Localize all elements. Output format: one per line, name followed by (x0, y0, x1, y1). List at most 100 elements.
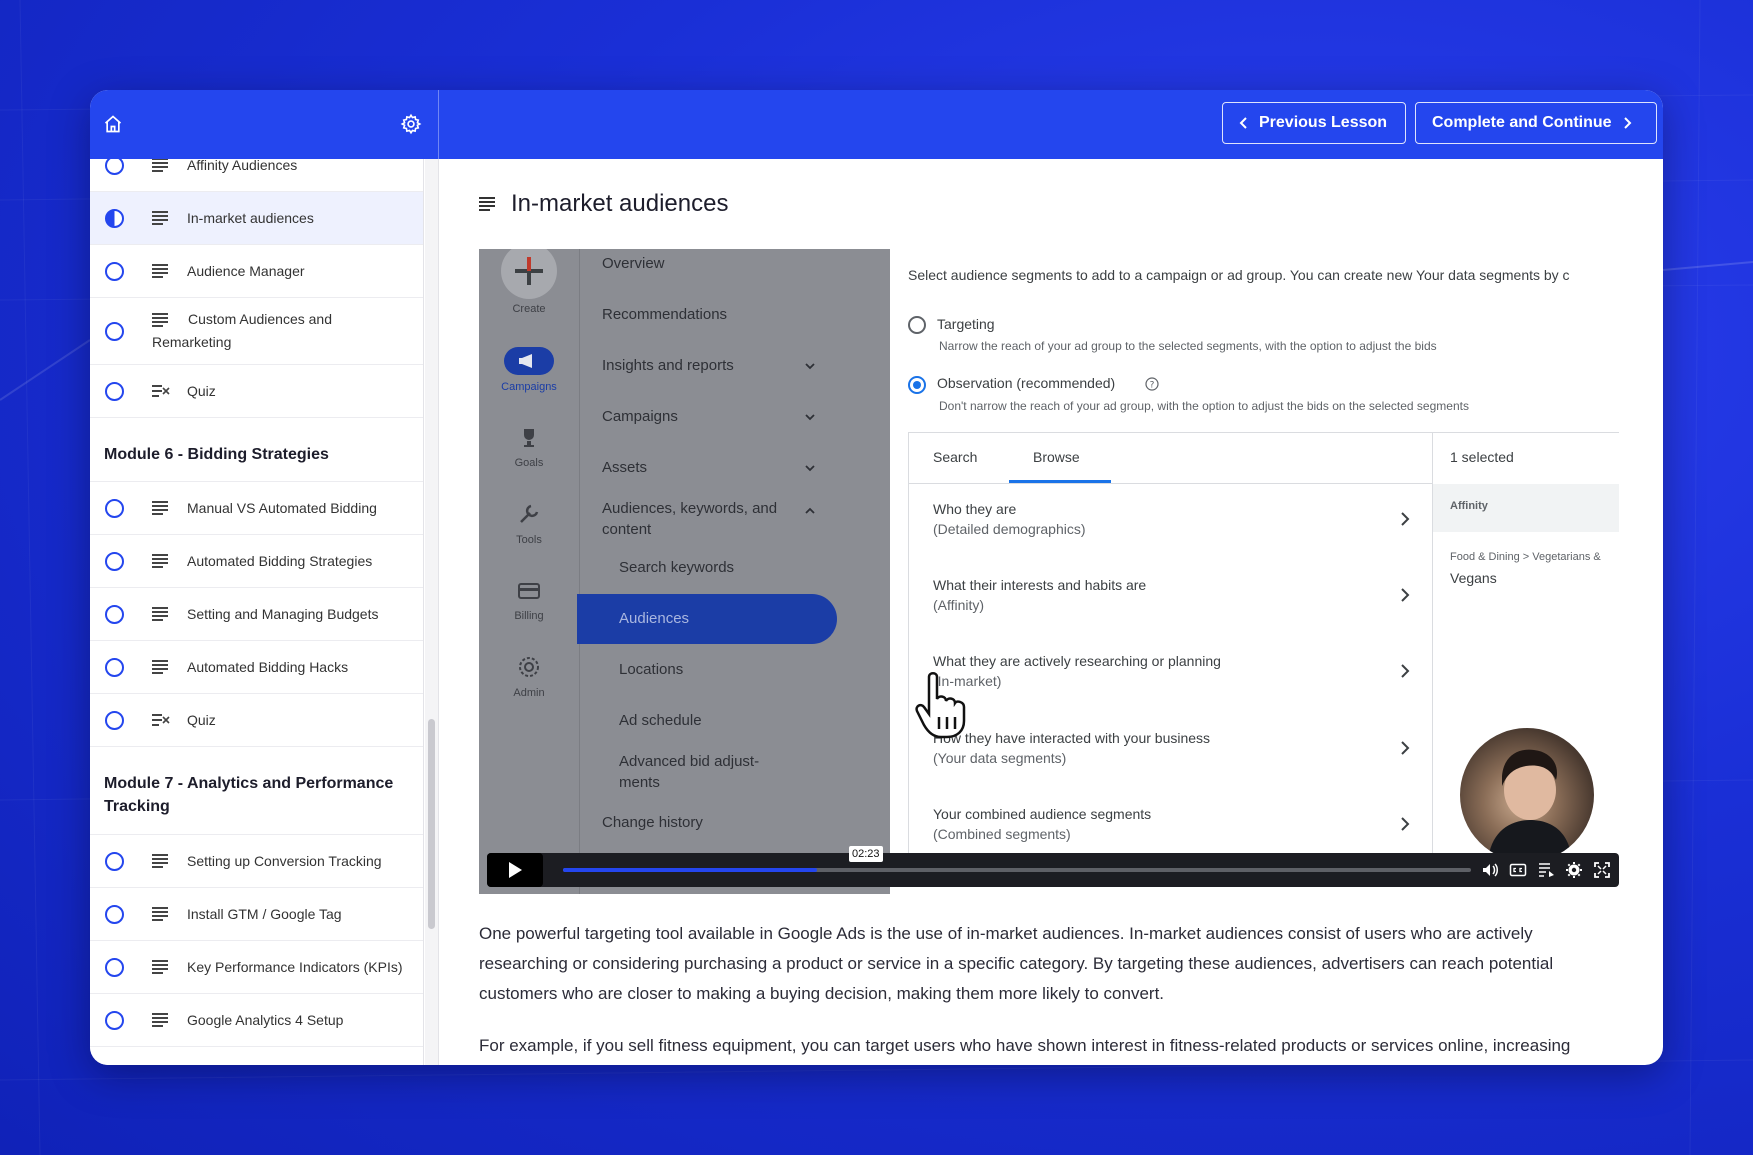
text-lesson-icon (152, 211, 168, 225)
lesson-item[interactable]: Google Analytics 4 Setup (90, 994, 423, 1047)
settings-gear-icon[interactable] (397, 110, 425, 138)
lesson-item[interactable]: Quiz (90, 365, 423, 418)
lesson-item[interactable]: Audience Manager (90, 245, 423, 298)
help-icon: ? (1145, 377, 1159, 396)
lesson-item[interactable]: Setting and Managing Budgets (90, 588, 423, 641)
segment-title: Your combined audience segments (933, 806, 1152, 822)
status-empty-icon (105, 710, 124, 730)
lesson-label: Setting and Managing Budgets (187, 606, 379, 622)
segment-sub: (Combined segments) (933, 826, 1071, 842)
segment-sub: (Affinity) (933, 597, 985, 613)
captions-icon[interactable] (1509, 861, 1527, 879)
time-tooltip: 02:23 (849, 846, 883, 862)
selected-vegans: Vegans (1450, 570, 1497, 586)
volume-icon[interactable] (1481, 861, 1499, 879)
transcript-icon[interactable] (1537, 861, 1555, 879)
lesson-item[interactable]: Automated Bidding Strategies (90, 535, 423, 588)
segment-sub: (Detailed demographics) (933, 521, 1086, 537)
curriculum-sidebar: Affinity Audiences In-market audiences A… (90, 159, 424, 1065)
sidebar-scrollbar[interactable] (425, 159, 439, 1065)
nav-active-highlight (577, 594, 837, 644)
quiz-icon (152, 385, 170, 397)
segment-title: Who they are (933, 501, 1017, 517)
nav-ad-schedule: Ad schedule (619, 712, 702, 729)
segment-row: Your combined audience segments (Combine… (933, 806, 1413, 856)
quiz-icon (152, 714, 170, 726)
lesson-title-text: In-market audiences (511, 190, 729, 217)
scrollbar-thumb[interactable] (428, 719, 435, 929)
nav-assets: Assets (602, 459, 648, 476)
lesson-item[interactable]: Install GTM / Google Tag (90, 888, 423, 941)
module-heading: Module 7 - Analytics and Performance Tra… (90, 747, 423, 835)
segment-sub: (Your data segments) (933, 750, 1067, 766)
text-lesson-icon (152, 854, 168, 868)
status-empty-icon (105, 904, 124, 924)
chevron-right-icon (1401, 664, 1410, 678)
rail-goals-label: Goals (514, 457, 544, 469)
lesson-label: Affinity Audiences (187, 159, 298, 173)
chevron-right-icon (1401, 588, 1410, 602)
lesson-label: Automated Bidding Hacks (187, 659, 349, 675)
chevron-right-icon (1401, 817, 1410, 831)
lesson-item[interactable]: Setting up Conversion Tracking (90, 835, 423, 888)
video-ads-nav-panel: Create Campaigns Goals Tools Billing Adm… (479, 249, 890, 894)
lesson-title: In-market audiences (479, 189, 728, 219)
tab-underline (1009, 480, 1111, 483)
home-icon[interactable] (99, 110, 127, 138)
lesson-label: Quiz (187, 383, 216, 399)
lesson-content: In-market audiences Create Campaigns Goa… (439, 159, 1663, 1065)
play-icon (509, 862, 522, 878)
nav-campaigns: Campaigns (602, 408, 678, 425)
selected-crumb: Food & Dining > Vegetarians & (1450, 551, 1601, 563)
nav-insights: Insights and reports (602, 357, 734, 374)
lesson-label: Audience Manager (187, 263, 305, 279)
lesson-item[interactable]: Manual VS Automated Bidding (90, 482, 423, 535)
complete-and-continue-button[interactable]: Complete and Continue (1415, 102, 1657, 144)
status-empty-icon (105, 498, 124, 518)
svg-text:?: ? (1150, 381, 1155, 391)
play-button[interactable] (487, 853, 543, 887)
previous-lesson-label: Previous Lesson (1259, 114, 1388, 131)
rail-billing-label: Billing (514, 610, 544, 622)
video-player[interactable]: Create Campaigns Goals Tools Billing Adm… (479, 249, 1619, 894)
lesson-item-active[interactable]: In-market audiences (90, 192, 423, 245)
nav-recommendations: Recommendations (602, 306, 728, 323)
lesson-label: Manual VS Automated Bidding (187, 500, 377, 516)
observation-label: Observation (recommended) (937, 375, 1116, 391)
status-empty-icon (105, 957, 124, 977)
campaigns-megaphone-icon (504, 347, 554, 375)
tools-wrench-icon (517, 502, 541, 526)
lesson-item[interactable]: Automated Bidding Hacks (90, 641, 423, 694)
lesson-item[interactable]: Custom Audiences and Remarketing (90, 298, 423, 365)
nav-advanced-bid: Advanced bid adjust- ments (619, 753, 760, 791)
presenter-avatar (1457, 725, 1597, 865)
rail-tools-label: Tools (516, 534, 542, 546)
lesson-item[interactable]: Quiz (90, 694, 423, 747)
chevron-down-icon (804, 461, 816, 479)
progress-track[interactable]: 02:23 (563, 846, 1471, 872)
nav-overview: Overview (602, 255, 665, 272)
module-heading: Module 6 - Bidding Strategies (90, 418, 423, 482)
billing-card-icon (517, 579, 541, 603)
lesson-label: Key Performance Indicators (KPIs) (187, 959, 403, 975)
lesson-label: In-market audiences (187, 210, 314, 226)
chevron-down-icon (804, 359, 816, 377)
nav-audiences-group: Audiences, keywords, and content (602, 500, 778, 538)
lesson-item[interactable]: Affinity Audiences (90, 159, 423, 192)
tabs-row: Search Browse (909, 433, 1432, 484)
nav-change-history: Change history (602, 814, 703, 831)
status-empty-icon (105, 321, 124, 341)
segment-row: Who they are (Detailed demographics) (933, 501, 1413, 551)
previous-lesson-button[interactable]: Previous Lesson (1222, 102, 1406, 144)
lesson-item[interactable]: Key Performance Indicators (KPIs) (90, 941, 423, 994)
chevron-up-icon (804, 504, 816, 522)
lesson-paragraph: For example, if you sell fitness equipme… (479, 1036, 1571, 1055)
settings-icon[interactable] (1565, 861, 1583, 879)
status-empty-icon (105, 1010, 124, 1030)
segment-row: What they are actively researching or pl… (933, 653, 1413, 703)
fullscreen-icon[interactable] (1593, 861, 1611, 879)
admin-gear-icon (517, 655, 541, 679)
text-lesson-icon (152, 554, 168, 568)
hand-cursor-icon (915, 672, 966, 739)
text-lesson-icon (152, 907, 168, 921)
